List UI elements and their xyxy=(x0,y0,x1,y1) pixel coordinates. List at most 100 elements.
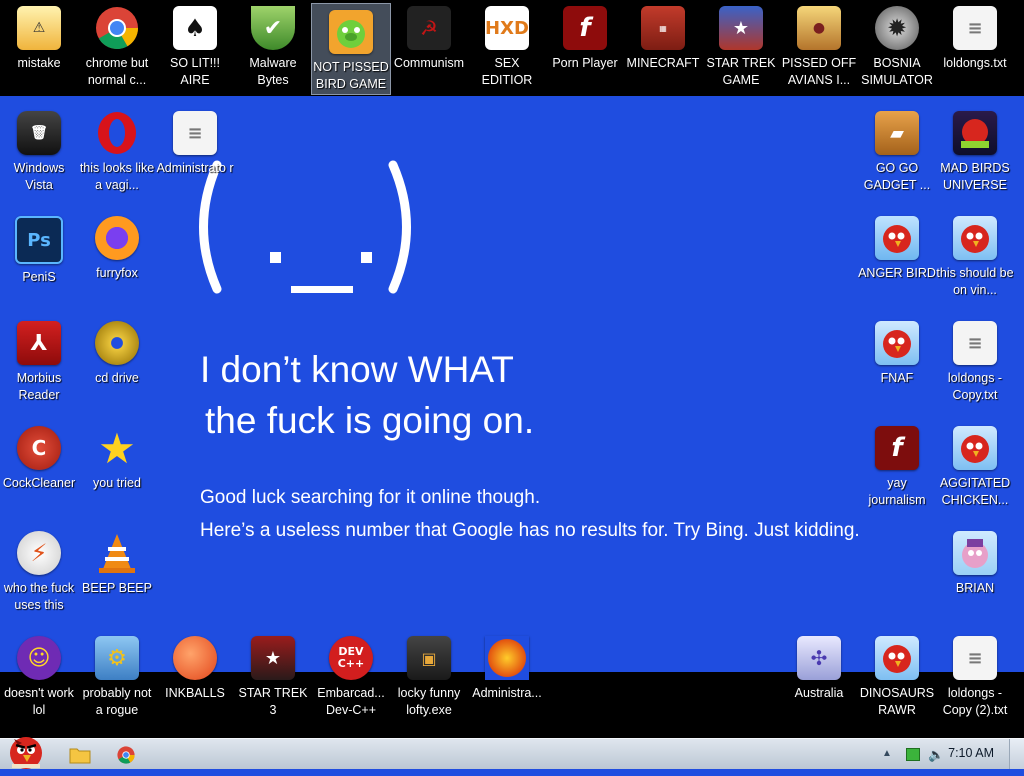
desktop-icon-go-go-gadget[interactable]: ▰ GO GO GADGET ... xyxy=(858,105,936,205)
desktop-icon-furryfox[interactable]: furryfox xyxy=(78,210,156,310)
volume-icon[interactable]: 🔈 xyxy=(928,747,944,763)
vlc-cone-icon xyxy=(95,531,139,575)
desktop-icon-australia[interactable]: ✣ Australia xyxy=(780,630,858,730)
desktop-icon-inkballs[interactable]: INKBALLS xyxy=(156,630,234,730)
wallpaper-message-line1: I don’t know WHAT xyxy=(200,349,514,390)
clock[interactable]: 7:10 AM xyxy=(948,746,994,760)
photoshop-icon: Ps xyxy=(15,216,63,264)
desktop-icon-loldongs-copy[interactable]: ≡ loldongs - Copy.txt xyxy=(936,315,1014,415)
taskbar-explorer-button[interactable] xyxy=(60,743,100,767)
desktop-icon-dev-cpp[interactable]: DEV C++ Embarcad... Dev-C++ xyxy=(312,630,390,730)
star-wars-bird-icon: ★ xyxy=(251,636,295,680)
desktop-icon-morbius-reader[interactable]: ⅄ Morbius Reader xyxy=(0,315,78,415)
text-file-icon: ≡ xyxy=(953,6,997,50)
desktop-icon-chrome[interactable]: chrome but normal c... xyxy=(78,0,156,100)
taskbar-chrome-button[interactable] xyxy=(106,743,146,767)
icon-label: doesn't work lol xyxy=(4,686,74,717)
desktop-icon-agitated-chicken[interactable]: AGGITATED CHICKEN... xyxy=(936,420,1014,520)
seasons-bird-icon: ● xyxy=(797,6,841,50)
flash-icon: f xyxy=(563,6,607,50)
desktop-icon-star-trek-game[interactable]: ★ STAR TREK GAME xyxy=(702,0,780,100)
icon-label: BOSNIA SIMULATOR xyxy=(861,56,933,87)
icon-label: Administrato r xyxy=(156,161,234,175)
desktop-icon-dinosaurs-rawr[interactable]: DINOSAURS RAWR xyxy=(858,630,936,730)
desktop-icon-administrator[interactable]: ≡ Administrato r xyxy=(156,105,234,205)
start-button[interactable] xyxy=(4,731,48,771)
desktop-icon-penis[interactable]: Ps PeniS xyxy=(0,210,78,310)
desktop-icon-opera[interactable]: this looks like a vagi... xyxy=(78,105,156,205)
desktop-icon-pissed-off-avians[interactable]: ● PISSED OFF AVIANS I... xyxy=(780,0,858,100)
show-hidden-icons-icon[interactable]: ▲ xyxy=(882,748,892,759)
briefcase-icon: ▰ xyxy=(875,111,919,155)
icon-label: MINECRAFT xyxy=(626,56,700,70)
wallpaper-message-line2: the fuck is going on. xyxy=(205,400,535,441)
desktop-icon-fnaf[interactable]: FNAF xyxy=(858,315,936,415)
desktop-icon-solitaire[interactable]: ♠ SO LIT!!! AIRE xyxy=(156,0,234,100)
icon-label: furryfox xyxy=(96,266,138,280)
desktop-icon-not-a-rogue[interactable]: ⚙ probably not a rogue xyxy=(78,630,156,730)
minecraft-block-icon: ▦ xyxy=(641,6,685,50)
recycle-bin-icon: 🗑 xyxy=(17,111,61,155)
icon-label: you tried xyxy=(93,476,141,490)
green-pig-icon xyxy=(329,10,373,54)
firefox-icon xyxy=(95,216,139,260)
desktop-icon-not-pissed-bird[interactable]: NOT PISSED BIRD GAME xyxy=(311,3,391,95)
desktop-icon-sex-editior[interactable]: HXD SEX EDITIOR xyxy=(468,0,546,100)
icon-label: mistake xyxy=(17,56,61,70)
desktop-icon-star-trek-3[interactable]: ★ STAR TREK 3 xyxy=(234,630,312,730)
icon-label: loldongs - Copy.txt xyxy=(947,371,1003,402)
desktop-icon-windows-vista[interactable]: 🗑 Windows Vista xyxy=(0,105,78,205)
yahoo-messenger-icon: ☺ xyxy=(17,636,61,680)
icon-label: cd drive xyxy=(95,371,139,385)
document-icon: ≡ xyxy=(173,111,217,155)
desktop-icon-loldongs[interactable]: ≡ loldongs.txt xyxy=(936,0,1014,100)
icon-label: loldongs.txt xyxy=(943,56,1007,70)
desktop-icon-cd-drive[interactable]: cd drive xyxy=(78,315,156,415)
desktop-icon-brian[interactable]: BRIAN xyxy=(936,525,1014,625)
desktop-icon-who-uses-this[interactable]: ⚡ who the fuck uses this xyxy=(0,525,78,625)
red-bird-icon xyxy=(875,321,919,365)
desktop-icon-you-tried[interactable]: ★ you tried xyxy=(78,420,156,520)
desktop-icon-bosnia-simulator[interactable]: ✹ BOSNIA SIMULATOR xyxy=(858,0,936,100)
angry-bird-start-icon xyxy=(10,737,42,769)
desktop-icon-yay-journalism[interactable]: f yay journalism xyxy=(858,420,936,520)
wallpaper-sub-line2: Here’s a useless number that Google has … xyxy=(200,520,860,541)
desktop-icon-beep-beep[interactable]: BEEP BEEP xyxy=(78,525,156,625)
red-bird-icon xyxy=(875,216,919,260)
desktop-icon-mistake[interactable]: ⚠ mistake xyxy=(0,0,78,100)
icon-label: SO LIT!!! AIRE xyxy=(169,56,220,87)
gold-star-icon: ★ xyxy=(98,423,136,473)
system-tray: ▲ 🔈 7:10 AM xyxy=(856,739,1024,769)
icon-label: ANGER BIRD xyxy=(858,266,936,280)
desktop-icon-malwarebytes[interactable]: ✔ Malware Bytes xyxy=(234,0,312,100)
lightning-icon: ⚡ xyxy=(17,531,61,575)
icon-label: yay journalism xyxy=(868,476,926,507)
network-icon[interactable] xyxy=(906,748,920,761)
icon-label: CockCleaner xyxy=(2,476,76,490)
desktop-icon-anger-bird[interactable]: ANGER BIRD xyxy=(858,210,936,310)
desktop-icon-porn-player[interactable]: f Porn Player xyxy=(546,0,624,100)
playing-card-icon: ♠ xyxy=(173,6,217,50)
desktop-icon-this-should-be-on-vine[interactable]: this should be on vin... xyxy=(936,210,1014,310)
desktop-icon-doesnt-work[interactable]: ☺ doesn't work lol xyxy=(0,630,78,730)
icon-label: BEEP BEEP xyxy=(82,581,152,595)
ccleaner-icon: C xyxy=(17,426,61,470)
desktop-icon-mad-birds-universe[interactable]: MAD BIRDS UNIVERSE xyxy=(936,105,1014,205)
desktop-icon-cockcleaner[interactable]: C CockCleaner xyxy=(0,420,78,520)
desktop-icon-loldongs-copy-2[interactable]: ≡ loldongs - Copy (2).txt xyxy=(936,630,1014,730)
star-wars-bird-icon: ★ xyxy=(719,6,763,50)
icon-label: chrome but normal c... xyxy=(85,56,149,87)
red-bird-icon xyxy=(953,216,997,260)
flower-image-icon xyxy=(485,636,529,680)
desktop-icon-communism[interactable]: ☭ Communism xyxy=(390,0,468,100)
icon-label: AGGITATED CHICKEN... xyxy=(939,476,1011,507)
desktop-icon-administrator-2[interactable]: Administra... xyxy=(468,630,546,730)
shield-check-icon: ✔ xyxy=(251,6,295,50)
icon-label: NOT PISSED BIRD GAME xyxy=(313,60,389,91)
taskbar: ▲ 🔈 7:10 AM xyxy=(0,737,1024,769)
window-app-icon: ▣ xyxy=(407,636,451,680)
show-desktop-button[interactable] xyxy=(1009,739,1024,769)
desktop-icon-locky[interactable]: ▣ locky funny lofty.exe xyxy=(390,630,468,730)
spider-card-icon: ✣ xyxy=(797,636,841,680)
desktop-icon-minecraft[interactable]: ▦ MINECRAFT xyxy=(624,0,702,100)
